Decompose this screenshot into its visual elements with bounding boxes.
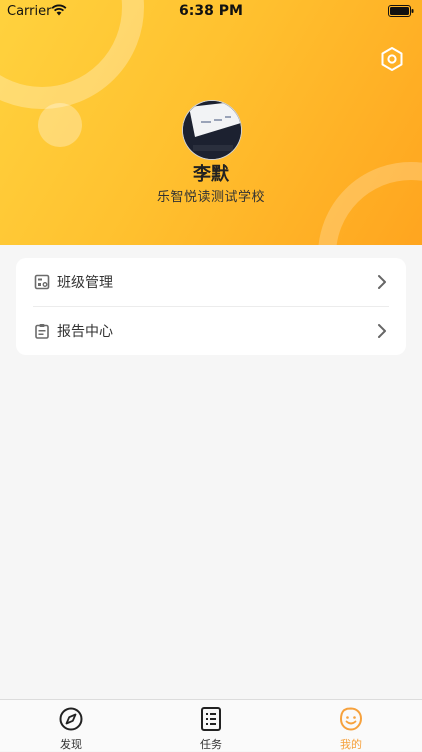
tab-mine[interactable]: 我的: [311, 700, 391, 751]
tab-discover[interactable]: 发现: [31, 700, 111, 751]
task-list-icon: [201, 707, 221, 731]
chevron-right-icon: [378, 324, 386, 338]
user-name: 李默: [193, 164, 229, 185]
compass-icon: [59, 707, 83, 731]
smiley-face-icon: [340, 707, 362, 731]
menu-item-label: 报告中心: [57, 324, 113, 340]
class-management-icon: [34, 274, 50, 290]
settings-icon[interactable]: [379, 46, 405, 72]
clock: 6:38 PM: [179, 3, 243, 19]
school-name: 乐智悦读测试学校: [156, 190, 265, 205]
tab-bar: 发现 任务 我的: [0, 699, 422, 751]
chevron-right-icon: [378, 275, 386, 289]
status-bar: Carrier 6:38 PM: [0, 0, 422, 22]
profile-header: Carrier 6:38 PM 李默 乐智悦读测试学校: [0, 0, 422, 245]
decorative-dot: [38, 103, 82, 147]
avatar[interactable]: [182, 100, 242, 160]
menu-item-class-management[interactable]: 班级管理: [16, 258, 406, 306]
avatar-image: [183, 101, 241, 159]
battery-icon: [388, 5, 414, 17]
tab-tasks[interactable]: 任务: [171, 700, 251, 751]
menu-item-report-center[interactable]: 报告中心: [16, 307, 406, 355]
clipboard-icon: [35, 324, 49, 339]
menu-item-label: 班级管理: [57, 275, 113, 291]
menu-card: 班级管理 报告中心: [16, 258, 406, 355]
